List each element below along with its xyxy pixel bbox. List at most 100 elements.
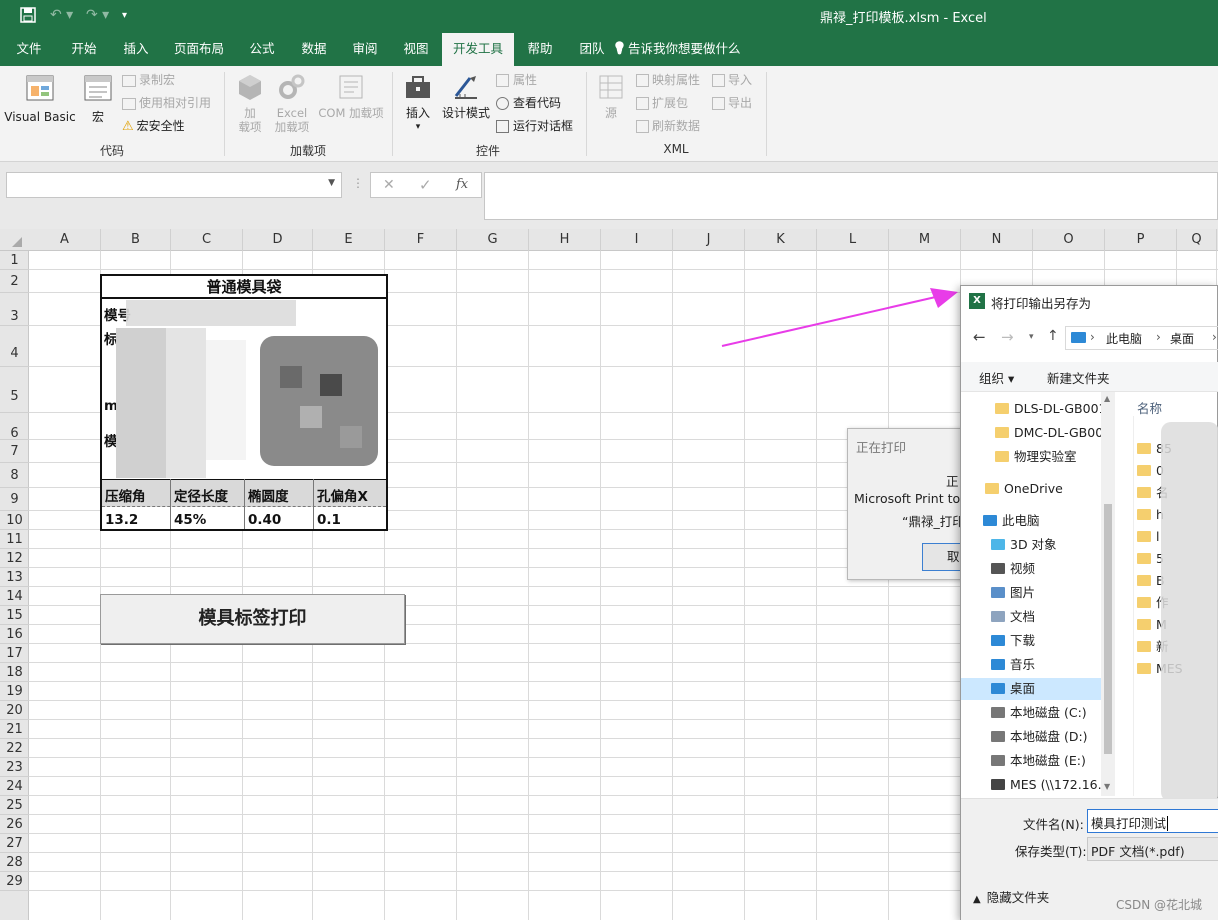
row-header[interactable]: 22 [0,739,29,758]
confirm-entry-icon[interactable]: ✓ [419,176,432,194]
select-all-icon[interactable] [12,237,22,247]
run-dialog-button[interactable]: 运行对话框 [496,117,573,135]
tab-4[interactable]: 公式 [240,33,284,66]
row-header[interactable]: 13 [0,568,29,587]
column-header[interactable]: L [817,229,889,251]
formula-bar-splitter-icon[interactable]: ⋮ [352,176,364,190]
row-header[interactable]: 15 [0,606,29,625]
macro-security-button[interactable]: ⚠ 宏安全性 [122,117,185,135]
navigation-scrollbar[interactable]: ▲ ▼ [1101,392,1115,796]
column-header[interactable]: P [1105,229,1177,251]
column-header[interactable]: M [889,229,961,251]
cancel-entry-icon[interactable]: ✕ [383,177,395,193]
record-macro-button[interactable]: 录制宏 [122,71,175,89]
add-ins-button[interactable]: 加载项 [230,72,270,134]
use-relative-references-button[interactable]: 使用相对引用 [122,94,211,112]
filename-input[interactable]: 模具打印测试 [1087,809,1218,833]
file-type-select[interactable]: PDF 文档(*.pdf) [1087,837,1218,861]
column-header[interactable]: F [385,229,457,251]
row-header[interactable]: 5 [0,367,29,413]
row-header[interactable]: 6 [0,413,29,441]
name-column-header[interactable]: 名称 [1137,398,1162,417]
row-header[interactable]: 27 [0,834,29,853]
excel-add-ins-button[interactable]: Excel 加载项 [270,72,314,134]
nav-item[interactable]: 文档 [961,606,1101,628]
row-header[interactable]: 18 [0,663,29,682]
nav-item[interactable]: 物理实验室 [961,446,1101,468]
nav-item[interactable]: 音乐 [961,654,1101,676]
forward-icon[interactable]: → [1001,328,1014,346]
column-header[interactable]: D [243,229,313,251]
row-header[interactable]: 1 [0,251,29,270]
row-header[interactable]: 3 [0,293,29,326]
column-header[interactable]: O [1033,229,1105,251]
row-header[interactable]: 9 [0,488,29,511]
row-header[interactable]: 28 [0,853,29,872]
column-header[interactable]: K [745,229,817,251]
scroll-down-icon[interactable]: ▼ [1104,782,1110,791]
row-header[interactable]: 21 [0,720,29,739]
name-box-dropdown-icon[interactable]: ▼ [328,178,335,188]
column-header[interactable]: E [313,229,385,251]
column-header[interactable]: C [171,229,243,251]
formula-input[interactable] [484,172,1218,220]
nav-item[interactable]: DMC-DL-GB00 [961,422,1103,444]
nav-item[interactable]: 下载 [961,630,1101,652]
nav-item[interactable]: 3D 对象 [961,534,1101,556]
column-header[interactable]: N [961,229,1033,251]
print-mold-label-button[interactable]: 模具标签打印 [100,594,405,644]
organize-button[interactable]: 组织 ▾ [979,368,1014,387]
row-header[interactable]: 24 [0,777,29,796]
row-header[interactable]: 19 [0,682,29,701]
row-header[interactable]: 25 [0,796,29,815]
tab-3[interactable]: 页面布局 [166,33,232,66]
mold-label-table[interactable]: 普通模具袋 模号 标 m 模 压缩角 定径长度 椭圆度 孔偏角X 13.2 45… [100,274,388,531]
row-header[interactable]: 12 [0,549,29,568]
tab-tell-me[interactable]: 告诉我你想要做什么 [628,33,764,66]
tab-5[interactable]: 数据 [292,33,336,66]
breadcrumb-this-pc[interactable]: 此电脑 [1106,330,1142,347]
row-header[interactable]: 16 [0,625,29,644]
insert-control-button[interactable]: 插入 ▾ [398,72,438,134]
list-item[interactable]: 0 [1137,460,1164,482]
back-icon[interactable]: ← [973,328,986,346]
redo-icon[interactable]: ↷ ▾ [86,7,109,23]
row-header[interactable]: 10 [0,511,29,530]
customize-quick-access-icon[interactable]: ▾ [122,10,127,21]
nav-item[interactable]: 本地磁盘 (E:) [961,750,1101,772]
up-icon[interactable]: ↑ [1047,328,1059,344]
row-header[interactable]: 4 [0,326,29,367]
map-properties-button[interactable]: 映射属性 [636,71,700,89]
address-bar[interactable]: › 此电脑 › 桌面 › [1065,326,1218,350]
visual-basic-button[interactable]: Visual Basic [4,72,76,124]
column-header[interactable]: G [457,229,529,251]
view-code-button[interactable]: 查看代码 [496,94,561,112]
column-header[interactable]: J [673,229,745,251]
nav-item[interactable]: DLS-DL-GB001 [961,398,1107,420]
column-header[interactable]: H [529,229,601,251]
row-header[interactable]: 2 [0,270,29,293]
design-mode-button[interactable]: 设计模式 [440,72,492,120]
column-header[interactable]: I [601,229,673,251]
row-header[interactable]: 29 [0,872,29,891]
tab-9[interactable]: 帮助 [518,33,562,66]
row-header[interactable]: 20 [0,701,29,720]
column-header[interactable]: A [29,229,101,251]
row-header[interactable]: 23 [0,758,29,777]
scrollbar-thumb[interactable] [1104,504,1112,754]
recent-locations-icon[interactable]: ▾ [1029,332,1034,342]
com-add-ins-button[interactable]: COM 加载项 [314,72,388,120]
tab-10[interactable]: 团队 [570,33,614,66]
tab-1[interactable]: 开始 [62,33,106,66]
new-folder-button[interactable]: 新建文件夹 [1047,368,1110,387]
hide-folders-button[interactable]: ▲ 隐藏文件夹 [973,887,1049,906]
row-header[interactable]: 26 [0,815,29,834]
nav-item[interactable]: OneDrive [961,478,1101,500]
tab-2[interactable]: 插入 [114,33,158,66]
list-item[interactable]: h [1137,504,1164,526]
refresh-data-button[interactable]: 刷新数据 [636,117,700,135]
nav-item[interactable]: 本地磁盘 (C:) [961,702,1101,724]
tab-8[interactable]: 开发工具 [442,33,514,66]
tab-7[interactable]: 视图 [394,33,438,66]
list-item[interactable]: 5 [1137,548,1164,570]
